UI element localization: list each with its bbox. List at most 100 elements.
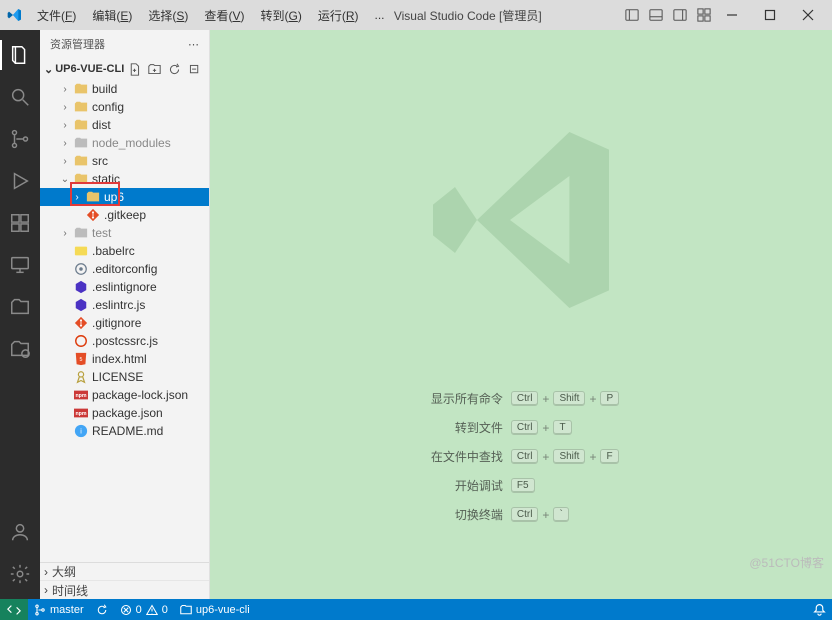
activity-folder-icon[interactable] bbox=[0, 330, 40, 368]
tree-item-label: index.html bbox=[92, 352, 147, 366]
toggle-secondary-sidebar-icon[interactable] bbox=[672, 7, 688, 23]
tree-row-LICENSE[interactable]: LICENSE bbox=[40, 368, 209, 386]
tree-item-label: node_modules bbox=[92, 136, 171, 150]
shortcut-keys: Ctrl+Shift+F bbox=[511, 449, 619, 464]
babel-icon bbox=[73, 243, 89, 259]
activity-search-icon[interactable] bbox=[0, 78, 40, 116]
watermark-text: @51CTO博客 bbox=[749, 554, 824, 571]
tree-item-label: LICENSE bbox=[92, 370, 143, 384]
tree-row--gitkeep[interactable]: .gitkeep bbox=[40, 206, 209, 224]
tree-row-package-json[interactable]: npmpackage.json bbox=[40, 404, 209, 422]
file-tree[interactable]: ›build›config›dist›node_modules›src⌄stat… bbox=[40, 80, 209, 562]
svg-text:npm: npm bbox=[75, 393, 86, 399]
new-file-icon[interactable] bbox=[127, 62, 141, 76]
menu-go[interactable]: 转到(G) bbox=[253, 4, 308, 27]
license-icon bbox=[73, 369, 89, 385]
key-badge: F bbox=[600, 449, 618, 464]
sidebar-more-icon[interactable]: ⋯ bbox=[188, 38, 199, 51]
shortcut-line: 显示所有命令 Ctrl+Shift+P bbox=[423, 390, 619, 407]
refresh-icon[interactable] bbox=[167, 62, 181, 76]
activity-settings-icon[interactable] bbox=[0, 555, 40, 593]
activity-remote-explorer-icon[interactable] bbox=[0, 246, 40, 284]
status-notifications-icon[interactable] bbox=[807, 603, 832, 616]
git-icon bbox=[85, 207, 101, 223]
folder-dim-icon bbox=[73, 225, 89, 241]
activity-explorer-icon[interactable] bbox=[0, 36, 40, 74]
key-badge: Shift bbox=[553, 391, 585, 406]
npm-icon: npm bbox=[73, 387, 89, 403]
tree-row-package-lock-json[interactable]: npm package-lock.json bbox=[40, 386, 209, 404]
activity-run-debug-icon[interactable] bbox=[0, 162, 40, 200]
tree-item-label: config bbox=[92, 100, 124, 114]
shortcut-keys: Ctrl+` bbox=[511, 507, 569, 522]
tree-row-up6[interactable]: ›up6 bbox=[40, 188, 209, 206]
tree-item-label: test bbox=[92, 226, 111, 240]
editor-icon bbox=[73, 261, 89, 277]
menu-view[interactable]: 查看(V) bbox=[197, 4, 251, 27]
menu-more[interactable]: ... bbox=[368, 5, 392, 25]
key-badge: P bbox=[600, 391, 619, 406]
tree-row-config[interactable]: ›config bbox=[40, 98, 209, 116]
status-branch[interactable]: master bbox=[28, 599, 90, 620]
tree-row-src[interactable]: ›src bbox=[40, 152, 209, 170]
html-icon: 5 bbox=[73, 351, 89, 367]
menu-file[interactable]: 文件(F) bbox=[30, 4, 83, 27]
minimize-button[interactable] bbox=[714, 0, 750, 30]
shortcut-keys: Ctrl+Shift+P bbox=[511, 391, 619, 406]
tree-row--eslintrc-js[interactable]: .eslintrc.js bbox=[40, 296, 209, 314]
tree-item-label: .eslintignore bbox=[92, 280, 157, 294]
tree-row-index-html[interactable]: 5index.html bbox=[40, 350, 209, 368]
shortcut-keys: Ctrl+T bbox=[511, 420, 572, 435]
eslint-icon bbox=[73, 297, 89, 313]
collapse-all-icon[interactable] bbox=[187, 62, 201, 76]
sidebar-header: 资源管理器 ⋯ bbox=[40, 30, 209, 58]
activity-extensions-icon[interactable] bbox=[0, 204, 40, 242]
remote-indicator-icon[interactable] bbox=[0, 599, 28, 620]
tree-item-label: package-lock.json bbox=[92, 388, 188, 402]
menu-edit[interactable]: 编辑(E) bbox=[85, 4, 139, 27]
outline-panel-header[interactable]: ›大纲 bbox=[40, 563, 209, 581]
tree-row-test[interactable]: › test bbox=[40, 224, 209, 242]
timeline-panel-header[interactable]: ›时间线 bbox=[40, 581, 209, 599]
close-button[interactable] bbox=[790, 0, 826, 30]
tree-row--editorconfig[interactable]: .editorconfig bbox=[40, 260, 209, 278]
tree-row--babelrc[interactable]: .babelrc bbox=[40, 242, 209, 260]
chevron-down-icon: ⌄ bbox=[60, 174, 70, 185]
tree-item-label: .gitkeep bbox=[104, 208, 146, 222]
tree-row-static[interactable]: ⌄ static bbox=[40, 170, 209, 188]
tree-item-label: static bbox=[92, 172, 120, 186]
tree-row-README-md[interactable]: iREADME.md bbox=[40, 422, 209, 440]
key-badge: Shift bbox=[553, 449, 585, 464]
welcome-shortcuts: 显示所有命令Ctrl+Shift+P转到文件Ctrl+T在文件中查找Ctrl+S… bbox=[423, 390, 619, 523]
tree-row-node_modules[interactable]: ›node_modules bbox=[40, 134, 209, 152]
tree-row--postcssrc-js[interactable]: .postcssrc.js bbox=[40, 332, 209, 350]
tree-row-dist[interactable]: ›dist bbox=[40, 116, 209, 134]
activity-account-icon[interactable] bbox=[0, 513, 40, 551]
tree-item-label: .gitignore bbox=[92, 316, 141, 330]
toggle-primary-sidebar-icon[interactable] bbox=[624, 7, 640, 23]
maximize-button[interactable] bbox=[752, 0, 788, 30]
shortcut-label: 开始调试 bbox=[423, 477, 503, 494]
activity-source-control-icon[interactable] bbox=[0, 120, 40, 158]
menu-selection[interactable]: 选择(S) bbox=[141, 4, 195, 27]
shortcut-label: 显示所有命令 bbox=[423, 390, 503, 407]
toggle-panel-icon[interactable] bbox=[648, 7, 664, 23]
status-sync-icon[interactable] bbox=[90, 599, 114, 620]
menu-run[interactable]: 运行(R) bbox=[311, 4, 366, 27]
tree-row--eslintignore[interactable]: .eslintignore bbox=[40, 278, 209, 296]
tree-row-build[interactable]: ›build bbox=[40, 80, 209, 98]
customize-layout-icon[interactable] bbox=[696, 7, 712, 23]
tree-row--gitignore[interactable]: .gitignore bbox=[40, 314, 209, 332]
tree-item-label: src bbox=[92, 154, 108, 168]
folder-icon bbox=[73, 81, 89, 97]
tree-item-label: .editorconfig bbox=[92, 262, 157, 276]
activity-projects-icon[interactable] bbox=[0, 288, 40, 326]
project-header[interactable]: ⌄ UP6-VUE-CLI bbox=[40, 58, 209, 80]
folder-icon bbox=[73, 117, 89, 133]
postcss-icon bbox=[73, 333, 89, 349]
title-bar: 文件(F) 编辑(E) 选择(S) 查看(V) 转到(G) 运行(R) ... … bbox=[0, 0, 832, 30]
chevron-right-icon: › bbox=[60, 228, 70, 239]
status-folder[interactable]: up6-vue-cli bbox=[174, 599, 256, 620]
new-folder-icon[interactable] bbox=[147, 62, 161, 76]
status-problems[interactable]: 0 0 bbox=[114, 599, 174, 620]
